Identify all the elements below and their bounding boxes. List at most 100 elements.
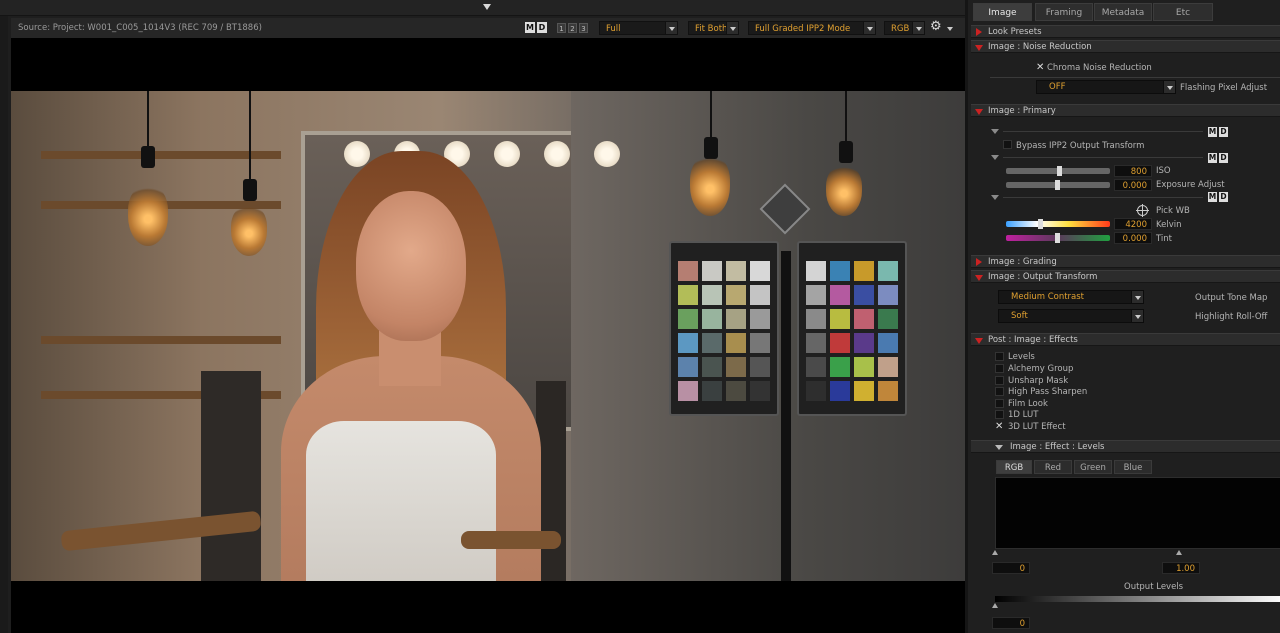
kelvin-input[interactable]: 4200	[1114, 218, 1152, 230]
tint-input[interactable]: 0.000	[1114, 232, 1152, 244]
primary-d-button[interactable]: D	[1219, 192, 1228, 202]
color-patch	[750, 381, 770, 401]
view-3-button[interactable]: 3	[579, 23, 588, 33]
app-window: Source: Project: W001_C005_1014V3 (REC 7…	[0, 0, 1280, 633]
levels-histogram[interactable]	[995, 477, 1280, 549]
effect-label: Film Look	[1008, 399, 1048, 409]
chevron-down-icon	[726, 22, 738, 34]
iso-input[interactable]: 800	[1114, 165, 1152, 177]
output-black-value[interactable]: 0	[992, 617, 1030, 629]
lamp-socket	[243, 179, 257, 201]
fit-dropdown[interactable]: Fit Both	[688, 21, 739, 35]
image-viewer[interactable]	[11, 38, 965, 633]
collapse-arrow-icon[interactable]	[483, 4, 491, 10]
inspector-sidebar: Image Framing Metadata Etc Look Presets …	[965, 0, 1280, 633]
resolution-dropdown[interactable]: Full	[599, 21, 678, 35]
chroma-noise-checkbox[interactable]: ✕	[1036, 63, 1044, 73]
gear-icon[interactable]: ⚙	[930, 19, 942, 34]
lamp-cord	[249, 91, 251, 181]
1d-lut-checkbox[interactable]	[995, 410, 1004, 419]
color-patch	[830, 357, 850, 377]
section-effect-levels[interactable]: Image : Effect : Levels	[971, 440, 1280, 453]
color-patch	[678, 333, 698, 353]
gear-chevron-icon[interactable]	[947, 27, 953, 31]
collapse-arrow-icon	[975, 109, 983, 115]
flashing-pixel-dropdown[interactable]: OFF	[1036, 80, 1176, 94]
high-pass-sharpen-checkbox[interactable]	[995, 387, 1004, 396]
channel-tab-red[interactable]: Red	[1034, 460, 1072, 474]
channel-tab-rgb[interactable]: RGB	[996, 460, 1032, 474]
effect-label: Unsharp Mask	[1008, 376, 1069, 386]
section-look-presets[interactable]: Look Presets	[971, 25, 1280, 38]
tone-map-dropdown[interactable]: Medium Contrast	[998, 290, 1144, 304]
view-1-button[interactable]: 1	[557, 23, 566, 33]
viewer-toolbar: Source: Project: W001_C005_1014V3 (REC 7…	[11, 18, 965, 38]
top-collapse-strip[interactable]	[0, 0, 965, 16]
kelvin-label: Kelvin	[1156, 220, 1182, 230]
section-title: Look Presets	[988, 27, 1042, 37]
color-patch	[678, 309, 698, 329]
preview-image	[11, 91, 965, 581]
section-primary[interactable]: Image : Primary	[971, 104, 1280, 117]
channel-tab-green[interactable]: Green	[1074, 460, 1112, 474]
input-black-value[interactable]: 0	[992, 562, 1030, 574]
color-patch	[878, 333, 898, 353]
section-title: Post : Image : Effects	[988, 335, 1078, 345]
section-output-transform[interactable]: Image : Output Transform	[971, 270, 1280, 283]
viewer-d-button[interactable]: D	[537, 22, 547, 33]
lamp-cord	[710, 91, 712, 141]
film-look-checkbox[interactable]	[995, 399, 1004, 408]
slider-knob[interactable]	[1055, 180, 1060, 190]
subgroup-arrow-icon[interactable]	[991, 129, 999, 134]
unsharp-mask-checkbox[interactable]	[995, 376, 1004, 385]
section-noise-reduction[interactable]: Image : Noise Reduction	[971, 40, 1280, 53]
color-patch	[678, 285, 698, 305]
tint-slider[interactable]	[1006, 233, 1110, 243]
subgroup-arrow-icon[interactable]	[991, 195, 999, 200]
crosshair-icon[interactable]	[1136, 204, 1149, 217]
channel-tab-blue[interactable]: Blue	[1114, 460, 1152, 474]
channel-dropdown[interactable]: RGB	[884, 21, 925, 35]
section-grading[interactable]: Image : Grading	[971, 255, 1280, 268]
expand-arrow-icon	[976, 28, 982, 36]
rolloff-label: Highlight Roll-Off	[1195, 312, 1268, 322]
color-patch	[750, 309, 770, 329]
color-patch	[678, 381, 698, 401]
primary-m-button[interactable]: M	[1208, 153, 1217, 163]
alchemy-group-checkbox[interactable]	[995, 364, 1004, 373]
iso-slider[interactable]	[1006, 166, 1110, 176]
tab-etc[interactable]: Etc	[1153, 3, 1213, 21]
slider-knob[interactable]	[1055, 233, 1060, 243]
color-patch	[854, 357, 874, 377]
primary-m-button[interactable]: M	[1208, 127, 1217, 137]
levels-checkbox[interactable]	[995, 352, 1004, 361]
tab-metadata[interactable]: Metadata	[1094, 3, 1152, 21]
kelvin-slider[interactable]	[1006, 219, 1110, 229]
resolution-value: Full	[606, 24, 621, 34]
effect-label: 3D LUT Effect	[1008, 422, 1066, 432]
input-black-handle[interactable]	[992, 550, 998, 555]
input-gamma-handle[interactable]	[1176, 550, 1182, 555]
3d-lut-checkbox[interactable]: ✕	[995, 422, 1003, 432]
view-2-button[interactable]: 2	[568, 23, 577, 33]
slider-knob[interactable]	[1057, 166, 1062, 176]
tab-image[interactable]: Image	[973, 3, 1032, 21]
viewer-m-button[interactable]: M	[525, 22, 535, 33]
primary-d-button[interactable]: D	[1219, 127, 1228, 137]
mode-dropdown[interactable]: Full Graded IPP2 Mode	[748, 21, 876, 35]
color-patch	[702, 285, 722, 305]
subgroup-arrow-icon[interactable]	[991, 155, 999, 160]
exposure-input[interactable]: 0.000	[1114, 179, 1152, 191]
primary-d-button[interactable]: D	[1219, 153, 1228, 163]
primary-m-button[interactable]: M	[1208, 192, 1217, 202]
exposure-slider[interactable]	[1006, 180, 1110, 190]
slider-knob[interactable]	[1038, 219, 1043, 229]
rolloff-dropdown[interactable]: Soft	[998, 309, 1144, 323]
tab-framing[interactable]: Framing	[1035, 3, 1093, 21]
output-black-handle[interactable]	[992, 603, 998, 608]
color-patch	[830, 333, 850, 353]
chevron-down-icon	[1131, 310, 1143, 322]
section-post-effects[interactable]: Post : Image : Effects	[971, 333, 1280, 346]
input-gamma-value[interactable]: 1.00	[1162, 562, 1200, 574]
bypass-ipp2-checkbox[interactable]	[1003, 140, 1012, 149]
